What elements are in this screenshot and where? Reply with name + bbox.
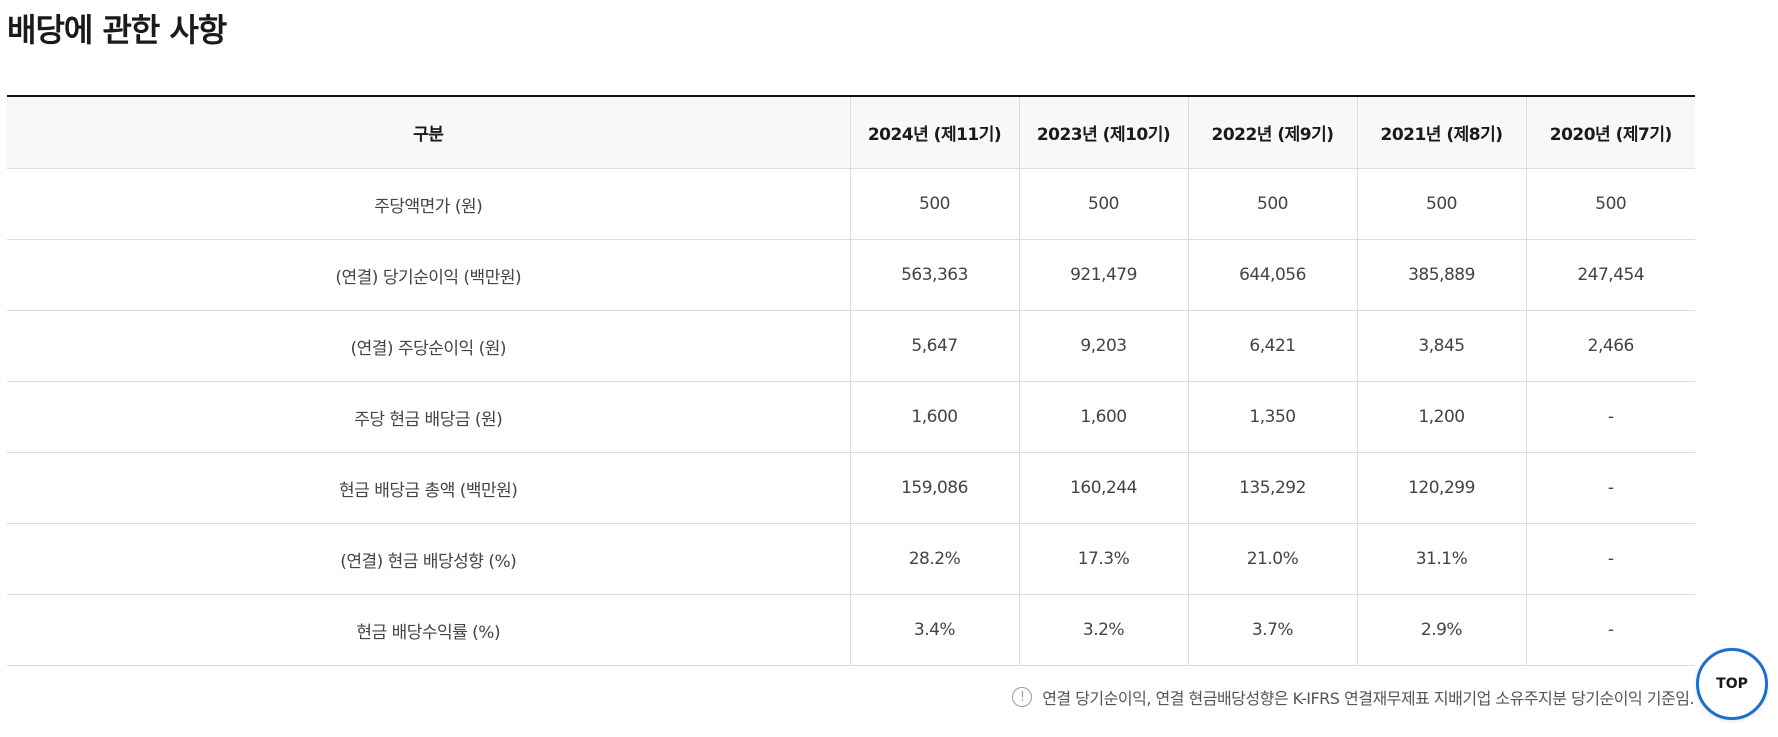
table-cell: 9,203 [1018,310,1188,382]
row-label: (연결) 당기순이익 (백만원) [7,239,850,311]
table-cell: 5,647 [849,310,1019,382]
table-cell: 563,363 [849,239,1019,311]
table-cell: 3,845 [1356,310,1526,382]
table-cell: 1,200 [1356,381,1526,453]
row-label: 현금 배당금 총액 (백만원) [7,452,850,524]
table-cell: 385,889 [1356,239,1526,311]
table-cell: 6,421 [1187,310,1357,382]
table-row: 주당 현금 배당금 (원) 1,600 1,600 1,350 1,200 - [7,381,1695,453]
table-header: 구분 2024년 (제11기) 2023년 (제10기) 2022년 (제9기)… [7,96,1695,169]
table-cell: 500 [1018,168,1188,240]
page: 배당에 관한 사항 구분 2024년 (제11기) 2023년 (제10기) 2… [0,0,1778,737]
page-title: 배당에 관한 사항 [7,11,227,49]
table-cell: 500 [1356,168,1526,240]
table-row: 현금 배당수익률 (%) 3.4% 3.2% 3.7% 2.9% - [7,594,1695,666]
table-cell: 644,056 [1187,239,1357,311]
footnote: ! 연결 당기순이익, 연결 현금배당성향은 K-IFRS 연결재무제표 지배기… [1012,685,1694,709]
table-cell: - [1525,594,1695,666]
table-cell: 28.2% [849,523,1019,595]
row-label: 현금 배당수익률 (%) [7,594,850,666]
table-cell: 159,086 [849,452,1019,524]
dividend-table: 구분 2024년 (제11기) 2023년 (제10기) 2022년 (제9기)… [7,95,1695,666]
table-cell: 17.3% [1018,523,1188,595]
row-label: 주당액면가 (원) [7,168,850,240]
table-cell: 500 [849,168,1019,240]
table-row: (연결) 당기순이익 (백만원) 563,363 921,479 644,056… [7,239,1695,311]
column-header-category: 구분 [7,96,850,169]
table-row: (연결) 주당순이익 (원) 5,647 9,203 6,421 3,845 2… [7,310,1695,382]
dividend-table-container: 구분 2024년 (제11기) 2023년 (제10기) 2022년 (제9기)… [7,95,1695,666]
table-cell: 135,292 [1187,452,1357,524]
table-cell: 31.1% [1356,523,1526,595]
table-cell: 1,350 [1187,381,1357,453]
table-cell: - [1525,523,1695,595]
column-header-2024: 2024년 (제11기) [849,96,1019,169]
table-cell: 500 [1187,168,1357,240]
table-cell: 120,299 [1356,452,1526,524]
table-cell: 921,479 [1018,239,1188,311]
scroll-to-top-button[interactable]: TOP [1696,648,1768,720]
table-row: 현금 배당금 총액 (백만원) 159,086 160,244 135,292 … [7,452,1695,524]
table-cell: 1,600 [849,381,1019,453]
table-cell: - [1525,452,1695,524]
table-cell: 3.7% [1187,594,1357,666]
table-cell: 160,244 [1018,452,1188,524]
table-cell: 500 [1525,168,1695,240]
table-cell: 3.4% [849,594,1019,666]
table-cell: 3.2% [1018,594,1188,666]
table-header-row: 구분 2024년 (제11기) 2023년 (제10기) 2022년 (제9기)… [7,96,1695,169]
table-body: 주당액면가 (원) 500 500 500 500 500 (연결) 당기순이익… [7,168,1695,666]
table-cell: 247,454 [1525,239,1695,311]
table-cell: 2.9% [1356,594,1526,666]
row-label: 주당 현금 배당금 (원) [7,381,850,453]
table-cell: 2,466 [1525,310,1695,382]
column-header-2020: 2020년 (제7기) [1525,96,1695,169]
table-row: 주당액면가 (원) 500 500 500 500 500 [7,168,1695,240]
table-cell: 21.0% [1187,523,1357,595]
column-header-2022: 2022년 (제9기) [1187,96,1357,169]
table-cell: - [1525,381,1695,453]
table-row: (연결) 현금 배당성향 (%) 28.2% 17.3% 21.0% 31.1%… [7,523,1695,595]
table-cell: 1,600 [1018,381,1188,453]
row-label: (연결) 주당순이익 (원) [7,310,850,382]
column-header-2021: 2021년 (제8기) [1356,96,1526,169]
top-button-label: TOP [1716,676,1748,692]
column-header-2023: 2023년 (제10기) [1018,96,1188,169]
info-icon: ! [1012,687,1033,707]
row-label: (연결) 현금 배당성향 (%) [7,523,850,595]
footnote-text: 연결 당기순이익, 연결 현금배당성향은 K-IFRS 연결재무제표 지배기업 … [1042,689,1694,708]
